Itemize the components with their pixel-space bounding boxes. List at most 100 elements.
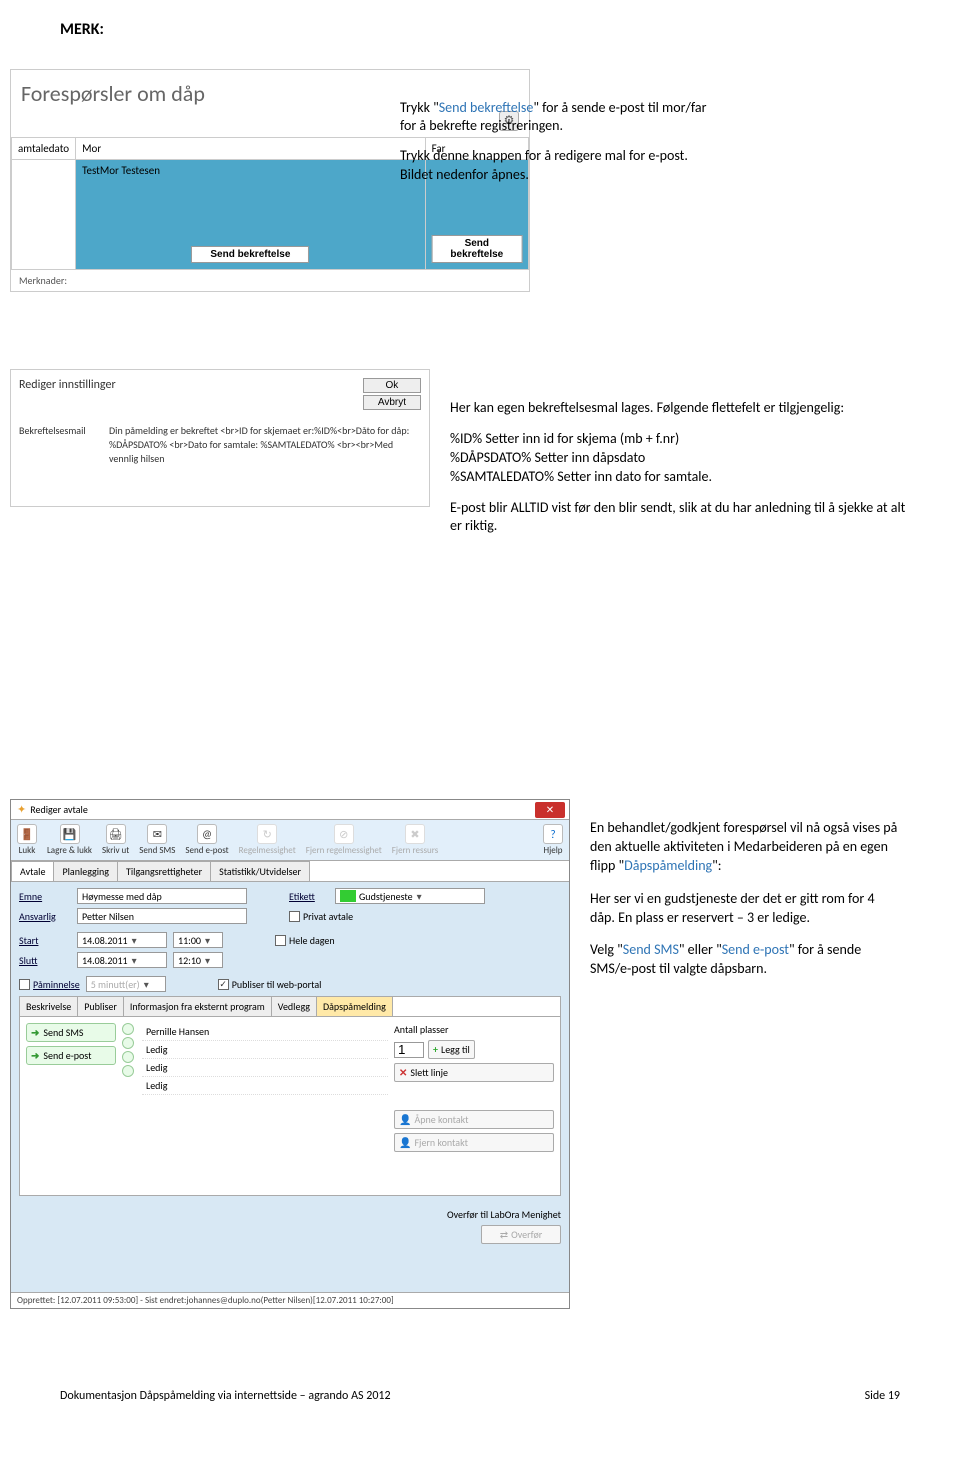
c3-p2: Her ser vi en gudstjeneste der det er gi… (590, 890, 900, 928)
label-emne: Emne (19, 890, 71, 903)
form-area: Emne Høymesse med dåp Etikett Gudstjenes… (11, 882, 569, 1202)
c3-kw1: Dåpspåmelding (624, 857, 712, 874)
indicator-icon (122, 1051, 134, 1063)
arrow-icon: ➜ (31, 1026, 39, 1039)
section-3: ✦ Rediger avtale ✕ 🚪Lukk 💾Lagre & lukk 🖨… (60, 799, 900, 1359)
combo-slutt-time[interactable]: 12:10 (173, 952, 223, 968)
label-etikett: Etikett (289, 890, 329, 903)
c2-p2: E-post blir ALLTID vist før den blir sen… (450, 499, 910, 537)
tb-fjernres-label: Fjern ressurs (392, 845, 438, 856)
check-publiser[interactable]: ✓Publiser til web-portal (218, 978, 322, 991)
subtab-vedlegg[interactable]: Vedlegg (272, 997, 317, 1016)
tb-lukk-label: Lukk (19, 845, 36, 856)
bekreftelsesmail-label: Bekreftelsesmail (19, 424, 99, 466)
tb-sms[interactable]: ✉Send SMS (135, 824, 179, 856)
c3-t3: Velg " (590, 941, 623, 958)
callout-3: En behandlet/godkjent forespørsel vil nå… (590, 819, 900, 993)
c1-t1: Trykk " (400, 99, 439, 116)
epost-label: Send e-post (43, 1049, 91, 1062)
tb-hjelp-label: Hjelp (543, 845, 562, 856)
sub-tabs: Beskrivelse Publiser Informasjon fra eks… (19, 996, 561, 1016)
subtab-dapspamelding[interactable]: Dåpspåmelding (317, 997, 393, 1016)
plus-icon: + (433, 1043, 438, 1056)
label-start: Start (19, 934, 71, 947)
legg-label: Legg til (441, 1043, 470, 1056)
c3-t4: " eller " (679, 941, 722, 958)
page-footer: Dokumentasjon Dåpspåmelding via internet… (60, 1389, 900, 1403)
ok-button[interactable]: Ok (363, 378, 421, 393)
lower-area: Overfør til LabOra Menighet ⇄Overfør (11, 1202, 569, 1250)
section-1: Forespørsler om dåp ⚙ amtaledato Mor Far… (60, 49, 900, 349)
fjern-kontakt-button[interactable]: 👤Fjern kontakt (394, 1133, 554, 1152)
overfor-btn-label: Overfør (511, 1228, 542, 1241)
tab-avtale[interactable]: Avtale (11, 861, 54, 881)
subtab-publiser[interactable]: Publiser (78, 997, 124, 1016)
section-2: Rediger innstillinger Ok Avbryt Bekrefte… (60, 369, 900, 739)
col-mor: Mor (76, 138, 426, 160)
tb-lagre[interactable]: 💾Lagre & lukk (43, 824, 96, 856)
check-heledagen[interactable]: Hele dagen (275, 934, 335, 947)
close-icon[interactable]: ✕ (535, 802, 565, 818)
combo-slutt-date[interactable]: 14.08.2011 (77, 952, 167, 968)
mor-name: TestMor Testesen (82, 164, 160, 177)
merknader-label: Merknader: (11, 270, 529, 291)
tb-lukk[interactable]: 🚪Lukk (13, 824, 41, 856)
tab-tilgang[interactable]: Tilgangsrettigheter (117, 861, 211, 881)
apne-kontakt-button[interactable]: 👤Åpne kontakt (394, 1110, 554, 1129)
list-item[interactable]: Ledig (142, 1077, 388, 1095)
combo-start-date[interactable]: 14.08.2011 (77, 932, 167, 948)
c2-l2: %DÅPSDATO% Setter inn dåpsdato (450, 449, 910, 468)
slett-label: Slett linje (410, 1066, 448, 1079)
input-antall[interactable] (394, 1042, 424, 1058)
apne-label: Åpne kontakt (414, 1113, 468, 1126)
fjern-label: Fjern kontakt (414, 1136, 467, 1149)
list-item[interactable]: Pernille Hansen (142, 1023, 388, 1041)
send-sms-button[interactable]: ➜Send SMS (26, 1023, 116, 1042)
tb-skriv[interactable]: 🖨Skriv ut (98, 824, 133, 856)
combo-start-time[interactable]: 11:00 (173, 932, 223, 948)
indicator-icon (122, 1065, 134, 1077)
list-item[interactable]: Ledig (142, 1041, 388, 1059)
tb-fjern-regel: ⊘Fjern regelmessighet (302, 824, 386, 856)
tb-sms-label: Send SMS (139, 845, 175, 856)
col-amtaledato: amtaledato (12, 138, 76, 160)
c3-kw3: Send e-post (722, 941, 789, 958)
combo-etikett[interactable]: Gudstjeneste (335, 888, 485, 904)
send-bekreftelse-mor-button[interactable]: Send bekreftelse (191, 246, 309, 263)
tb-fjern-ressurs: ✖Fjern ressurs (388, 824, 442, 856)
callout-2: Her kan egen bekreftelsesmal lages. Følg… (450, 399, 910, 548)
send-epost-button[interactable]: ➜ Send e-post (26, 1046, 116, 1065)
check-privat[interactable]: Privat avtale (289, 910, 353, 923)
bekreftelsesmail-value: Din påmelding er bekreftet <br>ID for sk… (109, 424, 421, 466)
tb-regel: ↻Regelmessighet (235, 824, 300, 856)
c2-p1: Her kan egen bekreftelsesmal lages. Følg… (450, 399, 910, 418)
tb-epost[interactable]: @Send e-post (181, 824, 232, 856)
c2-l1: %ID% Setter inn id for skjema (mb + f.nr… (450, 430, 910, 449)
screenshot-rediger-avtale: ✦ Rediger avtale ✕ 🚪Lukk 💾Lagre & lukk 🖨… (10, 799, 570, 1309)
legg-til-button[interactable]: +Legg til (428, 1040, 475, 1059)
tb-hjelp[interactable]: ?Hjelp (539, 824, 567, 856)
tab-statistikk[interactable]: Statistikk/Utvidelser (210, 861, 310, 881)
tab-planlegging[interactable]: Planlegging (53, 861, 118, 881)
send-bekreftelse-far-button[interactable]: Send bekreftelse (431, 235, 522, 263)
overfor-button[interactable]: ⇄Overfør (481, 1225, 561, 1244)
tb-fjernr-label: Fjern regelmessighet (306, 845, 382, 856)
slett-linje-button[interactable]: ✕Slett linje (394, 1063, 554, 1082)
email-icon: @ (197, 824, 217, 844)
dialog-title: Rediger innstillinger (19, 378, 363, 392)
c3-kw2: Send SMS (623, 941, 679, 958)
dap-panel: ➜Send SMS ➜ Send e-post Pernille Hansen L… (19, 1016, 561, 1196)
arrow-icon: ➜ (31, 1049, 39, 1062)
remove-recur-icon: ⊘ (334, 824, 354, 844)
contact-icon: 👤 (399, 1113, 411, 1126)
combo-paminnelse[interactable]: 5 minutt(er) (86, 976, 166, 992)
input-ansvarlig[interactable]: Petter Nilsen (77, 908, 247, 924)
list-item[interactable]: Ledig (142, 1059, 388, 1077)
subtab-info[interactable]: Informasjon fra eksternt program (124, 997, 272, 1016)
check-paminnelse[interactable]: Påminnelse (19, 978, 80, 991)
avbryt-button[interactable]: Avbryt (363, 395, 421, 410)
input-emne[interactable]: Høymesse med dåp (77, 888, 247, 904)
subtab-beskrivelse[interactable]: Beskrivelse (20, 997, 78, 1016)
c3-t2: ": (712, 857, 721, 874)
antall-label: Antall plasser (394, 1023, 448, 1036)
